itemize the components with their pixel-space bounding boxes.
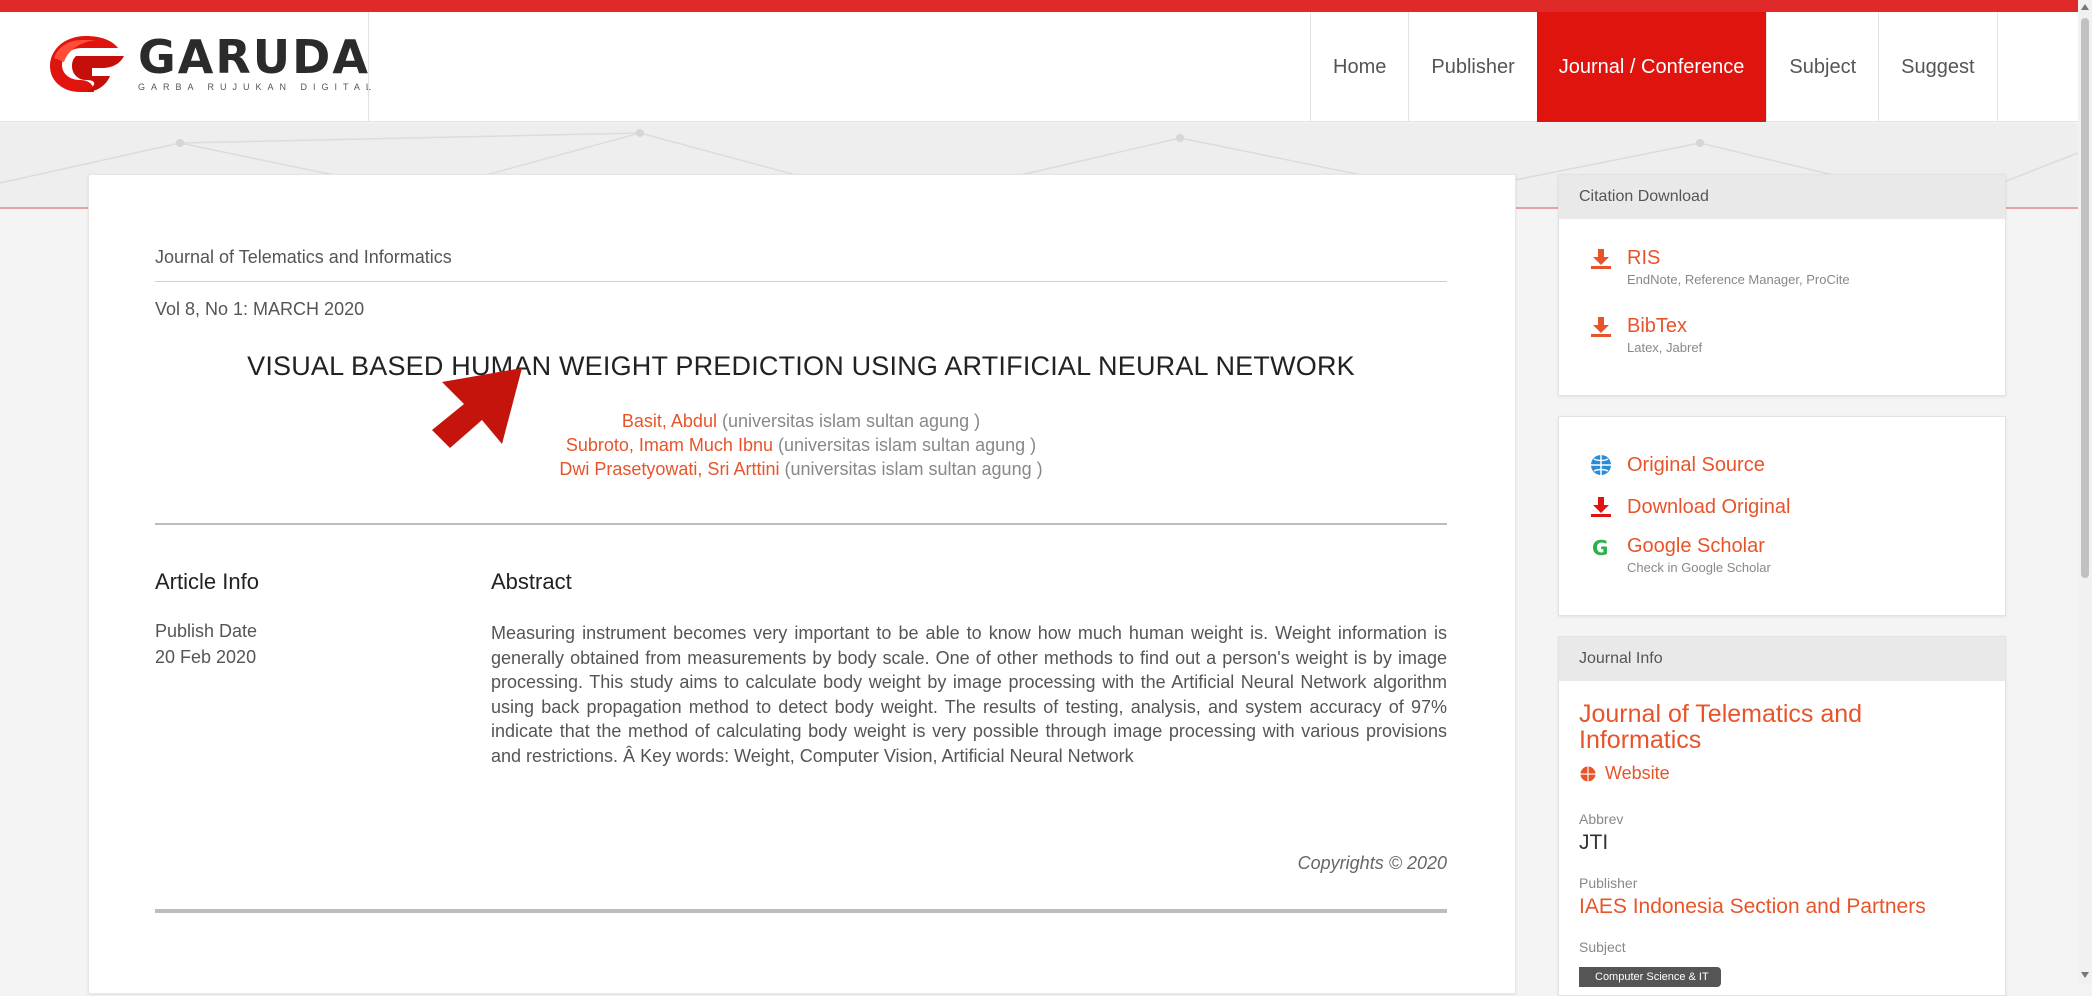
- download-original-label[interactable]: Download Original: [1627, 496, 1790, 519]
- google-scholar-label[interactable]: Google Scholar: [1627, 535, 1771, 558]
- abstract-heading: Abstract: [491, 569, 572, 594]
- volume-issue[interactable]: Vol 8, No 1: MARCH 2020: [155, 299, 364, 320]
- author-name[interactable]: Subroto, Imam Much Ibnu: [566, 435, 773, 455]
- citation-download-card: Citation Download RIS EndNote, Reference…: [1558, 174, 2006, 396]
- original-source-link[interactable]: Original Source: [1589, 453, 1765, 477]
- download-icon: [1589, 495, 1613, 519]
- nav-journal-conference[interactable]: Journal / Conference: [1536, 12, 1767, 122]
- ris-download[interactable]: RIS EndNote, Reference Manager, ProCite: [1589, 247, 1850, 287]
- download-icon: [1589, 247, 1613, 271]
- publish-date-label: Publish Date: [155, 621, 258, 641]
- scroll-up-icon[interactable]: [2081, 4, 2089, 10]
- download-icon: [1589, 315, 1613, 339]
- divider: [155, 523, 1447, 525]
- globe-icon: [1589, 453, 1613, 477]
- nav-subject[interactable]: Subject: [1766, 12, 1878, 122]
- author-name[interactable]: Dwi Prasetyowati, Sri Arttini: [559, 459, 779, 479]
- brand-name: GARUDA: [138, 30, 370, 84]
- google-scholar-subtitle: Check in Google Scholar: [1627, 560, 1771, 575]
- scroll-thumb[interactable]: [2081, 18, 2089, 578]
- subject-tag[interactable]: Computer Science & IT: [1579, 967, 1721, 987]
- bibtex-subtitle: Latex, Jabref: [1627, 340, 1703, 355]
- vertical-scrollbar[interactable]: [2078, 0, 2092, 984]
- citation-heading: Citation Download: [1559, 175, 2005, 219]
- original-source-label[interactable]: Original Source: [1627, 454, 1765, 477]
- journal-info-card: Journal Info Journal of Telematics and I…: [1558, 636, 2006, 996]
- publisher-label: Publisher: [1579, 875, 1638, 891]
- garuda-bird-icon: [46, 32, 128, 94]
- article-title: VISUAL BASED HUMAN WEIGHT PREDICTION USI…: [247, 351, 1355, 381]
- google-scholar-link[interactable]: G Google Scholar Check in Google Scholar: [1589, 535, 1771, 575]
- bibtex-download[interactable]: BibTex Latex, Jabref: [1589, 315, 1702, 355]
- main-nav: Home Publisher Journal / Conference Subj…: [1310, 12, 2061, 122]
- annotation-arrow-icon: [432, 368, 522, 448]
- subject-label: Subject: [1579, 939, 1626, 955]
- top-accent-stripe: [0, 0, 2078, 12]
- svg-text:G: G: [1592, 536, 1608, 559]
- abbrev-label: Abbrev: [1579, 811, 1624, 827]
- globe-icon: [1580, 766, 1596, 781]
- website-link[interactable]: Website: [1579, 763, 1670, 784]
- abbrev-value: JTI: [1579, 831, 1609, 854]
- author-item: Subroto, Imam Much Ibnu (universitas isl…: [155, 433, 1447, 457]
- journal-info-heading: Journal Info: [1559, 637, 2005, 681]
- nav-publisher[interactable]: Publisher: [1408, 12, 1536, 122]
- logo-divider: [368, 12, 369, 122]
- author-item: Dwi Prasetyowati, Sri Arttini (universit…: [155, 457, 1447, 481]
- google-icon: G: [1589, 535, 1613, 560]
- scroll-down-icon[interactable]: [2081, 972, 2089, 978]
- publisher-value[interactable]: IAES Indonesia Section and Partners: [1579, 895, 1926, 919]
- journal-name[interactable]: Journal of Telematics and Informatics: [155, 247, 452, 268]
- brand-tagline: GARBA RUJUKAN DIGITAL: [138, 82, 377, 92]
- website-label[interactable]: Website: [1605, 763, 1670, 784]
- divider: [155, 281, 1447, 282]
- author-affiliation: (universitas islam sultan agung ): [778, 435, 1037, 455]
- nav-suggest[interactable]: Suggest: [1878, 12, 1996, 122]
- publish-date-value: 20 Feb 2020: [155, 647, 257, 667]
- bibtex-title[interactable]: BibTex: [1627, 315, 1702, 338]
- author-list: Basit, Abdul (universitas islam sultan a…: [155, 409, 1447, 481]
- divider: [155, 909, 1447, 913]
- author-affiliation: (universitas islam sultan agung ): [784, 459, 1043, 479]
- download-original-link[interactable]: Download Original: [1589, 495, 1790, 519]
- nav-end-divider: [1996, 12, 2061, 122]
- ris-title[interactable]: RIS: [1627, 247, 1850, 270]
- garuda-logo[interactable]: GARUDA GARBA RUJUKAN DIGITAL: [46, 32, 377, 94]
- abstract-text: Measuring instrument becomes very import…: [491, 623, 1447, 766]
- author-affiliation: (universitas islam sultan agung ): [721, 411, 981, 431]
- article-info-heading: Article Info: [155, 569, 259, 594]
- article-card: Journal of Telematics and Informatics Vo…: [88, 174, 1516, 994]
- author-item: Basit, Abdul (universitas islam sultan a…: [155, 409, 1447, 433]
- source-links-card: Original Source Download Original G Goog…: [1558, 416, 2006, 616]
- copyright-text: Copyrights © 2020: [1297, 853, 1447, 873]
- navbar: GARUDA GARBA RUJUKAN DIGITAL Home Publis…: [0, 12, 2078, 122]
- journal-info-title[interactable]: Journal of Telematics and Informatics: [1579, 701, 1989, 753]
- nav-home[interactable]: Home: [1310, 12, 1408, 122]
- ris-subtitle: EndNote, Reference Manager, ProCite: [1627, 272, 1850, 287]
- author-name[interactable]: Basit, Abdul: [622, 411, 717, 431]
